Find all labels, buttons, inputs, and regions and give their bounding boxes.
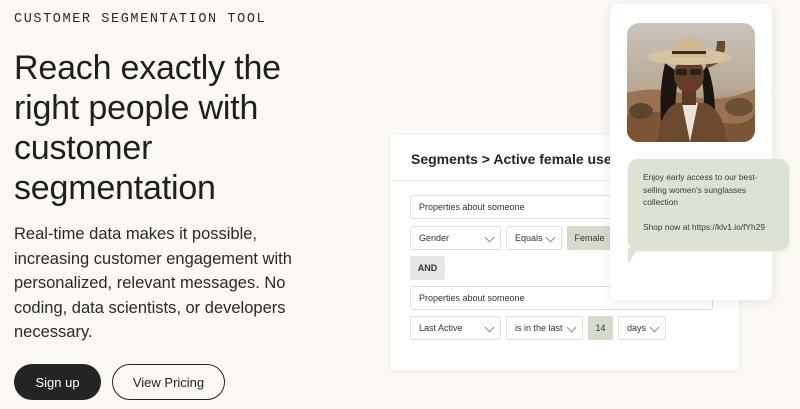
chevron-down-icon	[484, 232, 495, 243]
last-active-label: Last Active	[419, 323, 463, 333]
bubble-tail	[628, 248, 638, 264]
unit-select-days[interactable]: days	[618, 316, 666, 340]
gender-field-label: Gender	[419, 233, 450, 243]
chevron-down-icon	[545, 232, 556, 243]
hero-description: Real-time data makes it possible, increa…	[14, 225, 292, 341]
view-pricing-button[interactable]: View Pricing	[112, 364, 225, 400]
page-headline: Reach exactly the right people with cust…	[14, 49, 281, 207]
message-bubble: Enjoy early access to our best-selling w…	[628, 159, 789, 251]
chevron-down-icon	[484, 322, 495, 333]
property-select-2-label: Properties about someone	[419, 293, 525, 303]
gender-value-tag[interactable]: Female	[567, 226, 612, 250]
chevron-down-icon	[566, 322, 577, 333]
chevron-down-icon	[649, 322, 660, 333]
gender-field-select[interactable]: Gender	[410, 226, 501, 250]
message-link-text: Shop now at https://klv1.io/fYh29	[643, 221, 765, 232]
customer-photo	[627, 23, 755, 142]
segment-title: Segments > Active female users	[411, 151, 625, 167]
operator-select-equals[interactable]: Equals	[506, 226, 562, 250]
unit-days-label: days	[627, 323, 647, 333]
eyebrow-label: CUSTOMER SEGMENTATION TOOL	[14, 12, 267, 27]
operator-in-last-label: is in the last	[515, 323, 563, 333]
message-offer-text: Enjoy early access to our best-selling w…	[643, 172, 758, 207]
property-select-1-label: Properties about someone	[419, 202, 525, 212]
operator-equals-label: Equals	[515, 233, 543, 243]
last-active-select[interactable]: Last Active	[410, 316, 501, 340]
woman-with-hat-image	[627, 23, 755, 142]
and-operator-tag[interactable]: AND	[410, 256, 445, 280]
operator-select-in-last[interactable]: is in the last	[506, 316, 583, 340]
sign-up-button[interactable]: Sign up	[14, 364, 101, 400]
days-count-input[interactable]: 14	[588, 316, 613, 340]
